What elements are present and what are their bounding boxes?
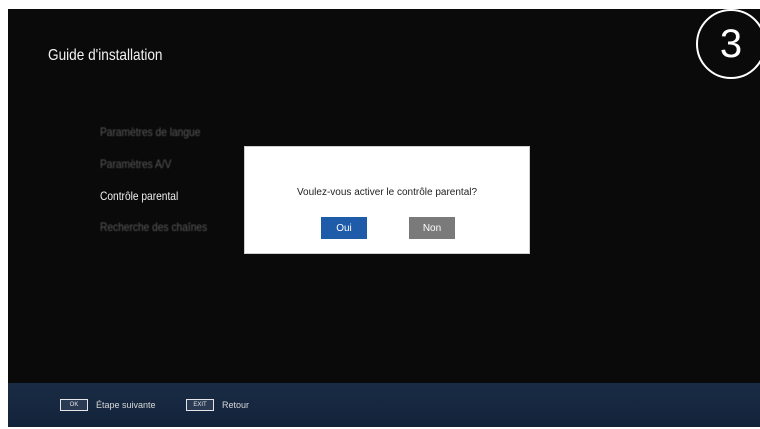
menu-item-parental-control[interactable]: Contrôle parental: [100, 189, 178, 203]
page-title: Guide d'installation: [48, 47, 163, 64]
no-button[interactable]: Non: [409, 217, 455, 239]
ok-key-icon: OK: [60, 399, 88, 411]
exit-key-icon: EXIT: [186, 399, 214, 411]
footer-bar: OK Étape suivante EXIT Retour: [8, 383, 760, 427]
hint-back: EXIT Retour: [186, 399, 249, 411]
tv-screen: Guide d'installation Paramètres de langu…: [8, 9, 760, 427]
dialog-message: Voulez-vous activer le contrôle parental…: [296, 187, 478, 198]
hint-label: Étape suivante: [96, 400, 156, 410]
hint-label: Retour: [222, 400, 250, 410]
hint-next-step: OK Étape suivante: [60, 399, 156, 411]
menu-item-channel-search[interactable]: Recherche des chaînes: [100, 220, 207, 234]
step-number-badge: 3: [696, 9, 760, 79]
menu-item-av-settings[interactable]: Paramètres A/V: [100, 157, 171, 171]
yes-button[interactable]: Oui: [321, 217, 367, 239]
menu-item-language[interactable]: Paramètres de langue: [100, 125, 200, 139]
confirm-dialog: Voulez-vous activer le contrôle parental…: [244, 146, 530, 254]
